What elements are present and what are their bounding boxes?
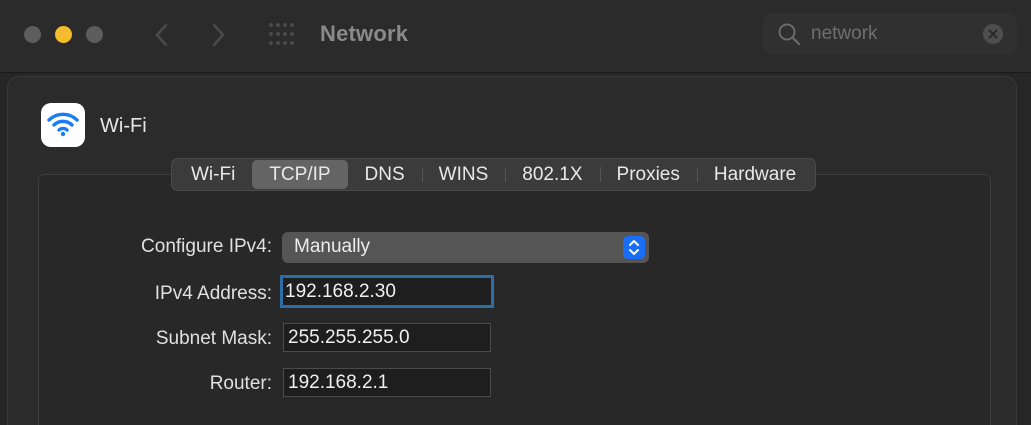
subnet-mask-field[interactable]	[283, 323, 491, 352]
tab-proxies[interactable]: Proxies	[599, 160, 697, 189]
tab-802-1x[interactable]: 802.1X	[505, 160, 599, 189]
popup-stepper-icon	[623, 236, 645, 259]
advanced-settings-pane: Wi-Fi Wi-Fi TCP/IP DNS WINS 802.1X Proxi…	[7, 76, 1017, 425]
wifi-service-badge	[41, 103, 85, 147]
close-window-button[interactable]	[24, 26, 41, 43]
window-title: Network	[320, 21, 409, 46]
title-bar: Network	[0, 0, 1031, 73]
minimize-window-button[interactable]	[55, 26, 72, 43]
service-name: Wi-Fi	[100, 115, 147, 137]
tab-tcp-ip[interactable]: TCP/IP	[252, 160, 348, 189]
tab-hardware[interactable]: Hardware	[696, 160, 813, 189]
back-button[interactable]	[152, 22, 172, 48]
subnet-mask-label: Subnet Mask:	[155, 328, 272, 349]
ipv4-address-field[interactable]	[280, 275, 494, 308]
forward-button[interactable]	[208, 22, 228, 48]
show-all-grid-icon[interactable]	[268, 22, 296, 46]
configure-ipv4-label: Configure IPv4:	[141, 236, 272, 257]
search-field[interactable]	[763, 13, 1017, 55]
configure-ipv4-select[interactable]: Manually	[282, 232, 649, 263]
router-label: Router:	[209, 373, 272, 394]
router-field[interactable]	[283, 368, 491, 397]
tab-wifi[interactable]: Wi-Fi	[174, 160, 252, 189]
tab-wins[interactable]: WINS	[421, 160, 506, 189]
ipv4-address-label: IPv4 Address:	[154, 283, 272, 304]
zoom-window-button[interactable]	[86, 26, 103, 43]
wifi-icon	[47, 112, 79, 137]
chevron-right-icon	[212, 23, 225, 47]
clear-search-icon[interactable]	[983, 24, 1003, 44]
tab-dns[interactable]: DNS	[348, 160, 422, 189]
search-icon	[778, 23, 801, 46]
search-input[interactable]	[811, 21, 971, 47]
network-preferences-window: Network Wi-Fi	[0, 0, 1031, 425]
chevron-left-icon	[155, 23, 168, 47]
settings-tab-bar: Wi-Fi TCP/IP DNS WINS 802.1X Proxies Har…	[171, 158, 817, 191]
configure-ipv4-value: Manually	[294, 236, 371, 257]
